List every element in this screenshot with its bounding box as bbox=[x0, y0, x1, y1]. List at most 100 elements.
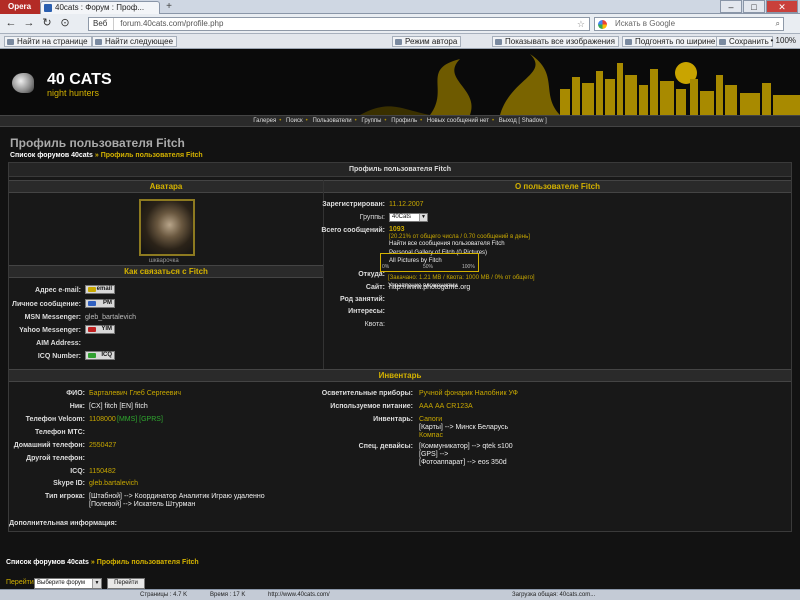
city-skyline-image bbox=[360, 54, 800, 115]
browser-toolbar: Найти на странице Найти следующее Режим … bbox=[0, 34, 800, 49]
save-button[interactable]: Сохранить bbox=[716, 36, 773, 47]
browser-tab-bar: Opera 40cats : Форум : Проф... + – □ ✕ bbox=[0, 0, 800, 14]
fio-label: ФИО: bbox=[66, 390, 85, 397]
avatar bbox=[139, 199, 195, 256]
logo-subtitle: night hunters bbox=[47, 88, 100, 98]
find-next-icon bbox=[95, 39, 102, 45]
jump-label: Перейти: bbox=[6, 579, 36, 586]
footer-breadcrumb-home[interactable]: Список форумов 40cats bbox=[6, 559, 89, 566]
cat-logo-icon bbox=[12, 73, 34, 93]
icq-flower-icon bbox=[88, 353, 96, 358]
velcom-tags: [MMS] [GPRS] bbox=[117, 416, 163, 423]
search-go-icon[interactable]: ⌕ bbox=[776, 18, 780, 30]
player-type-label: Тип игрока: bbox=[45, 493, 85, 500]
avatar-section-title: Аватара bbox=[9, 180, 323, 193]
nav-search[interactable]: Поиск bbox=[286, 118, 303, 124]
tab-title: 40cats : Форум : Проф... bbox=[55, 3, 145, 12]
status-loading: Загрузка общая: 40cats.com... bbox=[512, 592, 596, 598]
author-mode-button[interactable]: Режим автора bbox=[392, 36, 462, 47]
groups-label: Группы: bbox=[359, 214, 385, 221]
icq-label: ICQ: bbox=[70, 468, 85, 475]
devices-line-3: [Фотоаппарат] --> eos 350d bbox=[419, 459, 507, 466]
extra-info-label: Дополнительная информация: bbox=[9, 520, 117, 527]
google-icon bbox=[598, 20, 607, 29]
show-images-button[interactable]: Показывать все изображения bbox=[492, 36, 619, 47]
lights-label: Осветительные приборы: bbox=[321, 390, 413, 397]
occupation-label: Род занятий: bbox=[339, 296, 385, 303]
nav-users[interactable]: Пользователи bbox=[312, 118, 351, 124]
find-on-page-button[interactable]: Найти на странице bbox=[4, 36, 92, 47]
breadcrumb-home[interactable]: Список форумов 40cats bbox=[10, 152, 93, 159]
reload-button[interactable]: ↻ bbox=[40, 17, 54, 31]
email-button[interactable]: email bbox=[85, 285, 115, 294]
groups-select[interactable]: 40Cats ▼ bbox=[389, 213, 428, 222]
velcom-label: Телефон Velcom: bbox=[25, 416, 85, 423]
inventory-label: Инвентарь: bbox=[373, 416, 413, 423]
website-label: Сайт: bbox=[365, 284, 385, 291]
from-label: Откуда: bbox=[358, 271, 385, 278]
yim-button[interactable]: YIM bbox=[85, 325, 115, 334]
status-page-size: Страницы : 4.7 K bbox=[140, 592, 188, 598]
msn-label: MSN Messenger: bbox=[24, 314, 81, 321]
footer-breadcrumb-current[interactable]: Профиль пользователя Fitch bbox=[97, 559, 199, 566]
velcom-value: 1108000 bbox=[89, 416, 116, 423]
registered-value: 11.12.2007 bbox=[389, 201, 424, 208]
find-icon bbox=[7, 39, 14, 45]
devices-line-2: [GPS] --> bbox=[419, 451, 449, 458]
skype-label: Skype ID: bbox=[53, 480, 85, 487]
new-tab-button[interactable]: + bbox=[163, 2, 175, 13]
nick-value: [CX] fitch [EN] fitch bbox=[89, 403, 148, 410]
skype-value: gleb.bartalevich bbox=[89, 480, 139, 487]
minimize-button[interactable]: – bbox=[720, 0, 742, 13]
status-time: Время : 17 K bbox=[210, 592, 246, 598]
forward-button[interactable]: → bbox=[22, 17, 36, 31]
inventory-line-1: Сапоги bbox=[419, 416, 443, 423]
home-phone-label: Домашний телефон: bbox=[13, 442, 85, 449]
bookmark-star-icon[interactable]: ☆ bbox=[577, 18, 585, 30]
aim-label: AIM Address: bbox=[36, 340, 81, 347]
pm-button[interactable]: PM bbox=[85, 299, 115, 308]
save-icon bbox=[719, 39, 726, 45]
fit-width-icon bbox=[625, 39, 632, 45]
jump-go-button[interactable]: Перейти bbox=[107, 578, 145, 589]
close-window-button[interactable]: ✕ bbox=[766, 0, 798, 13]
footer-breadcrumb: Список форумов 40cats » Профиль пользова… bbox=[6, 559, 199, 566]
inventory-line-3: Компас bbox=[419, 432, 443, 439]
favicon-icon bbox=[44, 4, 52, 12]
jump-forum-select[interactable]: Выберите форум ▼ bbox=[34, 578, 102, 589]
icq-button[interactable]: ICQ bbox=[85, 351, 115, 360]
back-button[interactable]: ← bbox=[4, 17, 18, 31]
maximize-button[interactable]: □ bbox=[743, 0, 765, 13]
about-section-title: О пользователе Fitch bbox=[324, 180, 791, 193]
nav-gallery[interactable]: Галерея bbox=[253, 118, 276, 124]
url-input[interactable]: Веб forum.40cats.com/profile.php ☆ bbox=[88, 17, 590, 31]
power-label: Используемое питание: bbox=[330, 403, 413, 410]
nav-logout[interactable]: Выход [ Shadow ] bbox=[499, 118, 547, 124]
nav-new-posts[interactable]: Новых сообщений нет bbox=[427, 118, 489, 124]
find-next-button[interactable]: Найти следующее bbox=[92, 36, 178, 47]
find-posts-link[interactable]: Найти все сообщения пользователя Fitch bbox=[389, 241, 505, 247]
images-icon bbox=[495, 39, 502, 45]
opera-menu-button[interactable]: Opera bbox=[0, 0, 40, 14]
page-title: Профиль пользователя Fitch bbox=[10, 136, 185, 150]
url-text: forum.40cats.com/profile.php bbox=[120, 19, 224, 28]
zoom-level[interactable]: • 100% bbox=[771, 36, 796, 47]
yim-icon bbox=[88, 327, 96, 332]
inventory-line-2: [Карты] --> Минск Беларусь bbox=[419, 424, 509, 431]
nav-profile[interactable]: Профиль bbox=[391, 118, 417, 124]
breadcrumb-current[interactable]: Профиль пользователя Fitch bbox=[101, 152, 203, 159]
player-type-line-2: [Полевой] --> Искатель Штурман bbox=[89, 501, 196, 508]
browser-tab-active[interactable]: 40cats : Форум : Проф... bbox=[40, 1, 160, 14]
search-input[interactable]: Искать в Google ⌕ bbox=[594, 17, 784, 31]
mts-label: Телефон МТС: bbox=[34, 429, 85, 436]
msn-value: gleb_bartalevich bbox=[85, 314, 136, 321]
address-bar: ← → ↻ ⊙ Веб forum.40cats.com/profile.php … bbox=[0, 14, 800, 34]
manage-attachments-link[interactable]: Управление вложениями bbox=[388, 283, 458, 289]
web-page: 40 CATS night hunters Галерея• Поиск• bbox=[0, 49, 800, 589]
profile-table: Профиль пользователя Fitch Аватара шквар… bbox=[8, 162, 792, 532]
site-navigation: Галерея • Поиск • Пользователи • Группы • Пр… bbox=[0, 115, 800, 127]
speed-dial-button[interactable]: ⊙ bbox=[58, 17, 72, 31]
author-mode-icon bbox=[395, 39, 402, 45]
nav-groups[interactable]: Группы bbox=[361, 118, 381, 124]
fit-width-button[interactable]: Подгонять по ширине bbox=[622, 36, 720, 47]
